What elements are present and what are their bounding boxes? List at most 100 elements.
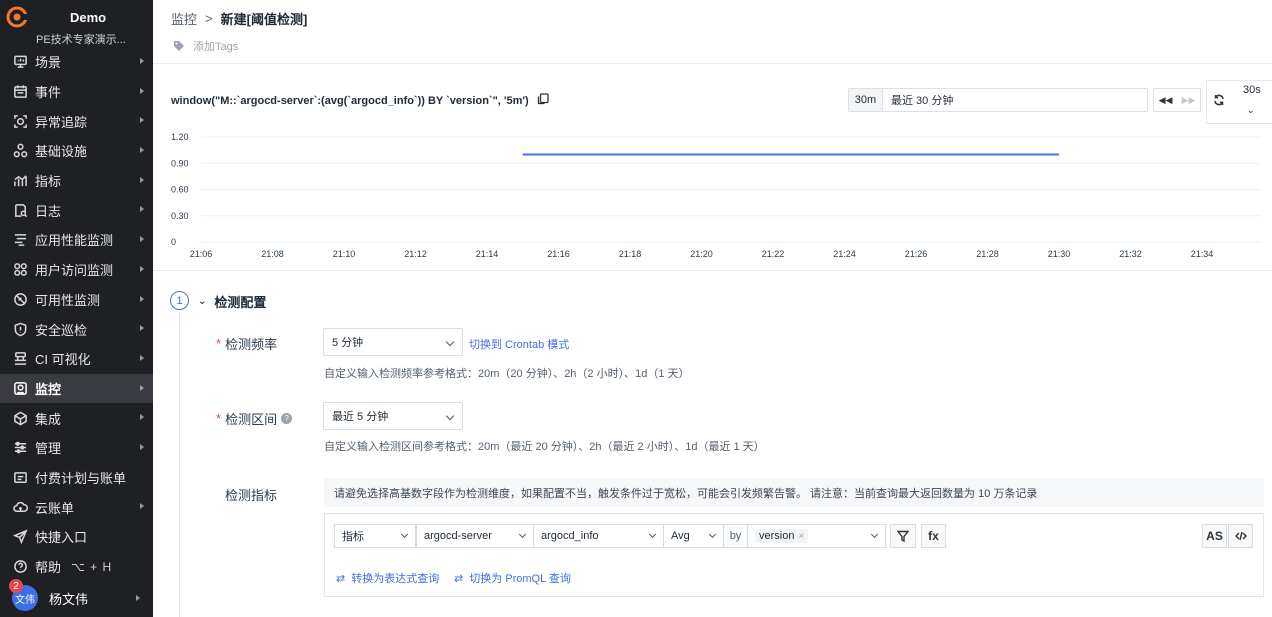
- chevron-right-icon: [140, 384, 144, 391]
- sidebar-item-availability[interactable]: 可用性监测: [0, 285, 153, 315]
- sidebar-item-security[interactable]: 安全巡检: [0, 314, 153, 344]
- user-menu[interactable]: 文伟 2 杨文伟: [0, 579, 153, 613]
- sidebar-item-label: CI 可视化: [35, 352, 91, 368]
- query-expression: window("M::`argocd-server`:(avg(`argocd_…: [171, 93, 549, 108]
- billing-icon: [12, 469, 28, 485]
- fx-label: fx: [928, 529, 939, 543]
- page-title: 新建[阈值检测]: [220, 12, 308, 27]
- x-tick-label: 21:14: [476, 249, 499, 259]
- target-icon: [12, 113, 28, 129]
- sidebar-item-label: 异常追踪: [35, 114, 88, 130]
- chevron-right-icon: [140, 503, 144, 510]
- chevron-right-icon: [140, 354, 144, 361]
- sidebar-item-apm[interactable]: 应用性能监测: [0, 225, 153, 255]
- source-type-select[interactable]: 指标: [334, 524, 416, 548]
- time-range-short: 30m: [849, 89, 883, 111]
- sidebar-item-cloud-bill[interactable]: 云账单: [0, 492, 153, 522]
- chevron-down-icon: [518, 530, 527, 539]
- warning-notice: 请避免选择高基数字段作为检测维度，如果配置不当，触发条件过于宽松，可能会引发频繁…: [324, 478, 1264, 507]
- measurement-value: argocd-server: [424, 530, 492, 542]
- add-tags-button[interactable]: 添加Tags: [173, 38, 238, 54]
- log-icon: [12, 202, 28, 218]
- sidebar-item-infrastructure[interactable]: 基础设施: [0, 136, 153, 166]
- query-text: window("M::`argocd-server`:(avg(`argocd_…: [171, 94, 529, 107]
- range-label: * 检测区间 ?: [216, 409, 293, 428]
- sidebar-item-integration[interactable]: 集成: [0, 403, 153, 433]
- refresh-control[interactable]: 30s ⌄: [1206, 80, 1272, 124]
- main-content: 监控 > 新建[阈值检测] 添加Tags window("M::`argocd-…: [153, 0, 1272, 617]
- sidebar-item-exceptions[interactable]: 异常追踪: [0, 106, 153, 136]
- field-select[interactable]: argocd_info: [533, 524, 664, 548]
- sidebar-item-management[interactable]: 管理: [0, 433, 153, 463]
- sidebar-item-shortcuts[interactable]: 快捷入口: [0, 522, 153, 552]
- freq-hint: 自定义输入检测频率参考格式：20m（20 分钟）、2h（2 小时）、1d（1 天…: [324, 368, 690, 380]
- group-tag-chip: version ×: [755, 529, 809, 543]
- freq-label-text: 检测频率: [225, 337, 278, 352]
- x-tick-label: 21:22: [762, 249, 785, 259]
- function-button[interactable]: fx: [921, 524, 946, 548]
- range-value: 最近 5 分钟: [332, 411, 389, 423]
- workspace-switcher[interactable]: Demo PE技术专家演示...: [0, 0, 153, 46]
- sidebar-item-scenes[interactable]: 场景: [0, 47, 153, 77]
- required-mark: *: [216, 411, 222, 426]
- field-value: argocd_info: [541, 530, 599, 542]
- range-select[interactable]: 最近 5 分钟: [323, 402, 463, 430]
- chevron-right-icon: [140, 414, 144, 421]
- metrics-icon: [12, 173, 28, 189]
- sidebar-item-billing[interactable]: 付费计划与账单: [0, 463, 153, 493]
- group-by-select[interactable]: version ×: [747, 524, 886, 548]
- time-navigation: ◀◀ ▶▶: [1153, 88, 1201, 112]
- code-view-button[interactable]: [1228, 524, 1253, 548]
- sidebar-item-label: 帮助: [35, 560, 62, 576]
- time-range-picker[interactable]: 30m 最近 30 分钟: [848, 88, 1148, 112]
- group-tag-value: version: [759, 530, 795, 542]
- freq-select[interactable]: 5 分钟: [323, 328, 463, 356]
- remove-tag-icon[interactable]: ×: [798, 531, 804, 542]
- aggregation-select[interactable]: Avg: [663, 524, 724, 548]
- x-tick-label: 21:16: [547, 249, 570, 259]
- metric-chart: 0 0.30 0.60 0.90 1.20 21:06 21:08 21:10 21:12 21:…: [171, 132, 1261, 259]
- copy-icon[interactable]: [537, 93, 549, 108]
- filter-icon: [897, 530, 909, 542]
- sidebar-item-monitor[interactable]: 监控: [0, 373, 153, 404]
- by-label: by: [723, 524, 748, 548]
- chevron-right-icon: [136, 595, 140, 601]
- avatar-text: 文伟: [15, 594, 35, 606]
- sidebar-item-label: 付费计划与账单: [35, 470, 127, 486]
- chevron-down-icon: [445, 337, 455, 347]
- question-icon[interactable]: ?: [281, 413, 293, 424]
- sidebar-item-label: 集成: [35, 411, 62, 427]
- x-tick-label: 21:12: [404, 249, 427, 259]
- sidebar-nav: 场景 事件 异常追踪 基础设施 指标 日志 应用性能监测 用户访问监测 可用性监…: [0, 47, 153, 581]
- by-text: by: [729, 530, 742, 542]
- switch-icon: ⇄: [454, 572, 464, 585]
- sidebar-item-label: 基础设施: [35, 144, 88, 160]
- chevron-right-icon: [140, 147, 144, 154]
- breadcrumb-root[interactable]: 监控: [171, 9, 197, 28]
- measurement-select[interactable]: argocd-server: [416, 524, 534, 548]
- code-icon: [1234, 531, 1247, 541]
- sidebar-item-logs[interactable]: 日志: [0, 195, 153, 225]
- switch-promql-link[interactable]: ⇄ 切换为 PromQL 查询: [454, 570, 571, 586]
- time-forward-button[interactable]: ▶▶: [1177, 89, 1200, 111]
- section-toggle[interactable]: ⌄ 检测配置: [198, 292, 266, 311]
- x-tick-label: 21:32: [1119, 249, 1142, 259]
- chevron-down-icon: [445, 411, 455, 421]
- sidebar-item-rum[interactable]: 用户访问监测: [0, 255, 153, 285]
- sidebar-item-ci[interactable]: CI 可视化: [0, 344, 153, 374]
- alias-button[interactable]: AS: [1202, 524, 1227, 548]
- step-number: 1: [170, 291, 189, 310]
- chevron-down-icon: [708, 530, 717, 539]
- sidebar-item-help[interactable]: 帮助 ⌥ + H: [0, 552, 153, 582]
- divider: [153, 270, 1272, 271]
- crontab-mode-link[interactable]: 切换到 Crontab 模式: [469, 336, 569, 352]
- switch-expression-link[interactable]: ⇄ 转换为表达式查询: [336, 570, 439, 586]
- sidebar-item-metrics[interactable]: 指标: [0, 166, 153, 196]
- sidebar-item-events[interactable]: 事件: [0, 77, 153, 107]
- chevron-right-icon: [140, 176, 144, 183]
- time-back-button[interactable]: ◀◀: [1154, 89, 1177, 111]
- sidebar: Demo PE技术专家演示... 场景 事件 异常追踪 基础设施 指标 日志 应…: [0, 0, 153, 617]
- filter-button[interactable]: [890, 524, 916, 548]
- chevron-right-icon: [140, 325, 144, 332]
- refresh-icon[interactable]: [1213, 94, 1225, 109]
